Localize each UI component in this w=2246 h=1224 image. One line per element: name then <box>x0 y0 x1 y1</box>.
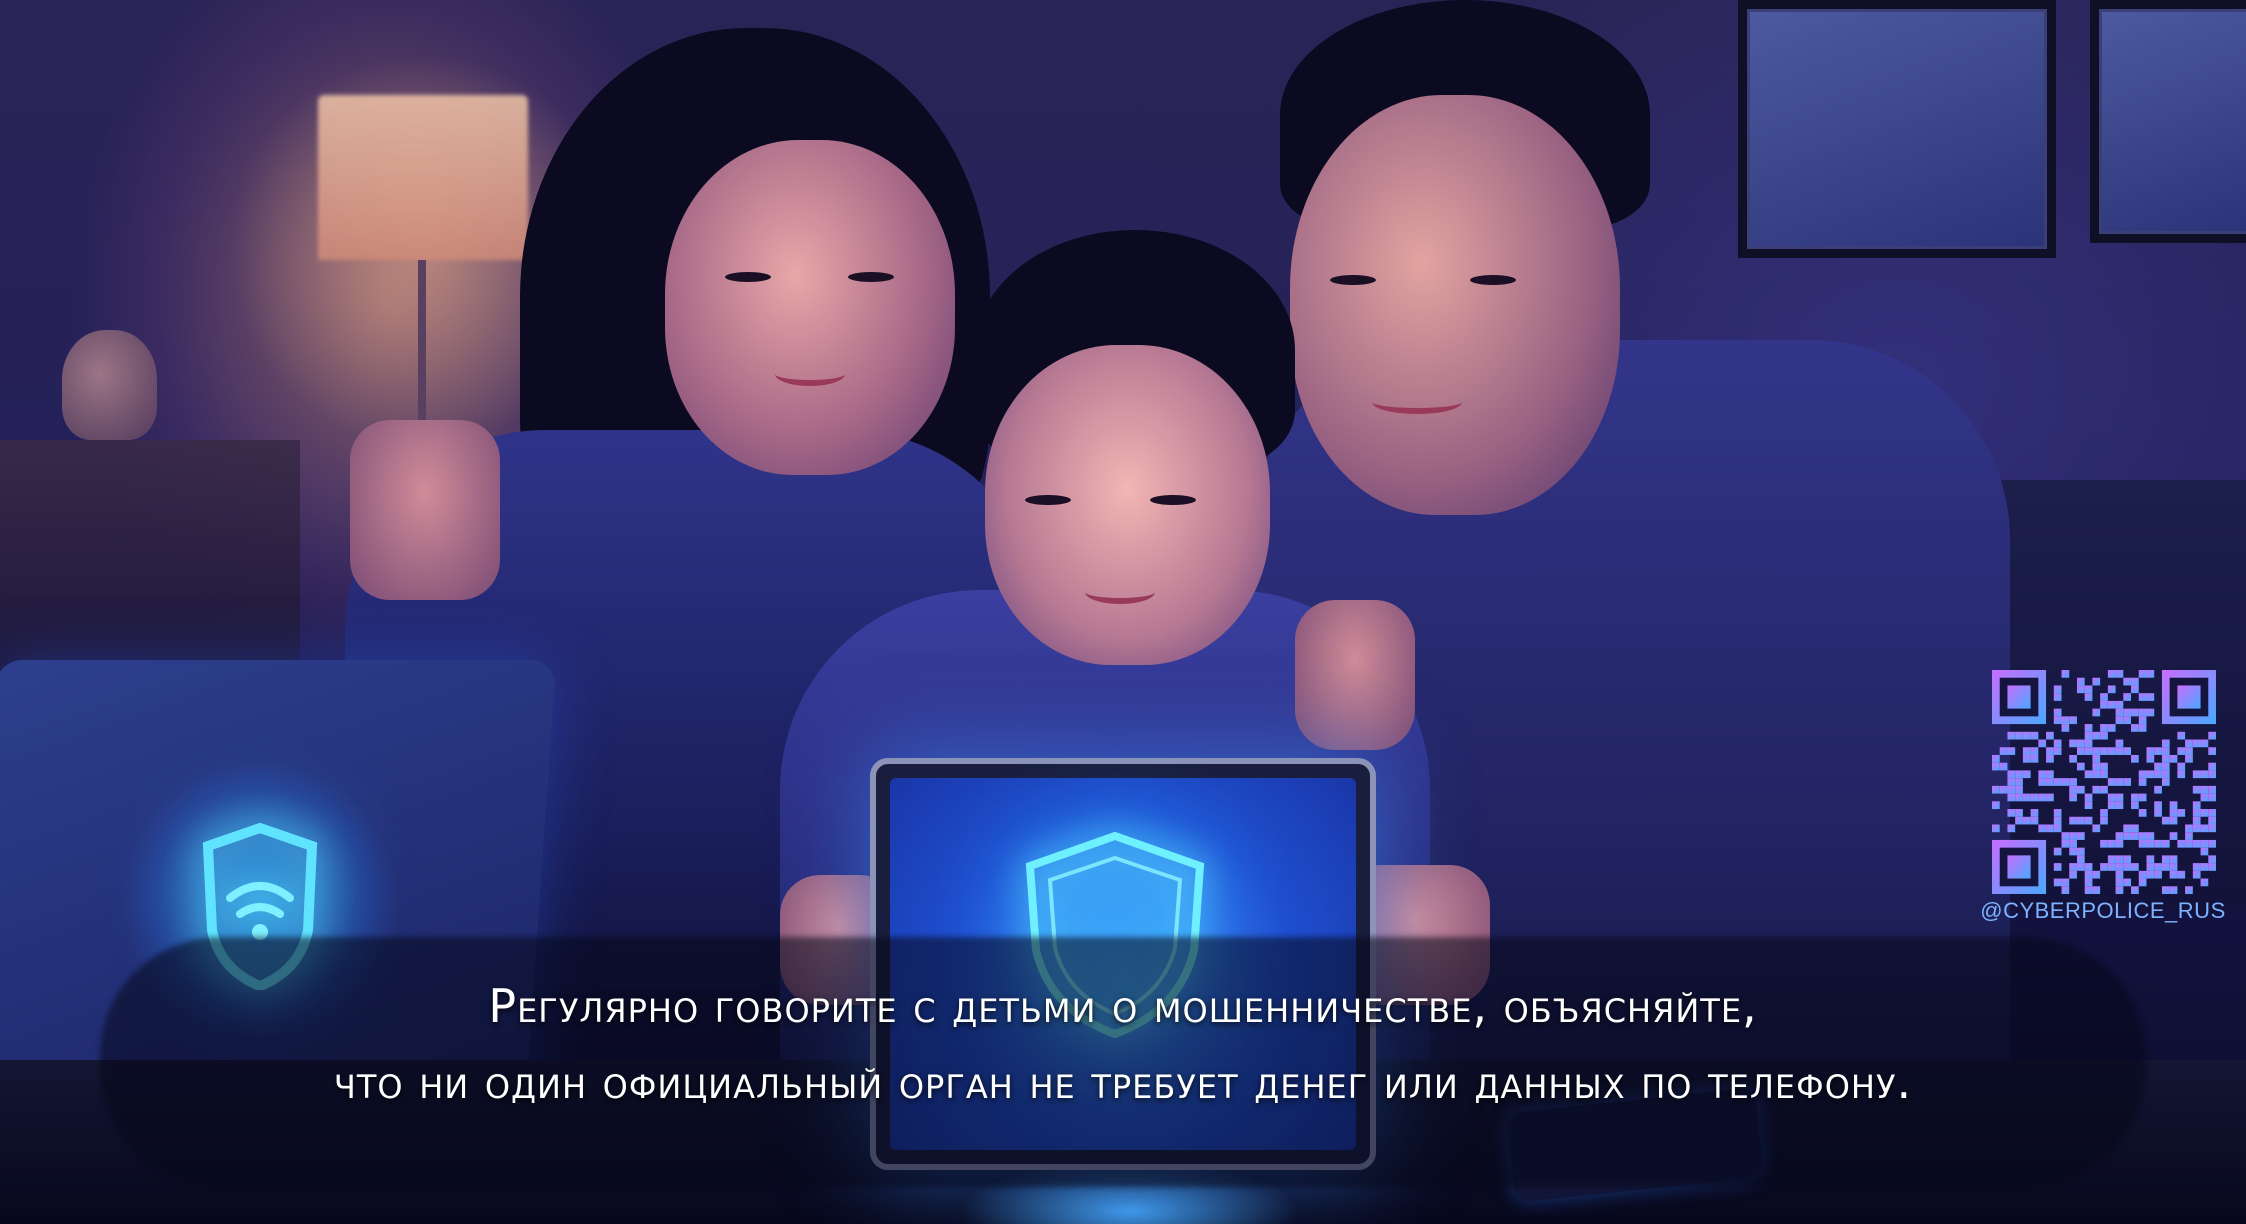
photo-scene: @CYBERPOLICE_RUS Регулярно говорите с де… <box>0 0 2246 1224</box>
vase <box>62 330 157 440</box>
caption-line: Регулярно говорите с детьми о мошенничес… <box>488 979 1758 1033</box>
wall-photo-frame <box>1738 0 2056 258</box>
caption-line: что ни один официальный орган не требует… <box>333 1055 1913 1109</box>
shelf <box>0 440 300 670</box>
qr-handle-label: @CYBERPOLICE_RUS <box>1980 898 2226 923</box>
qr-code <box>1992 670 2216 894</box>
caption: Регулярно говорите с детьми о мошенничес… <box>60 968 2186 1120</box>
floor-lamp <box>318 95 528 260</box>
wall-photo-frame <box>2090 0 2246 243</box>
